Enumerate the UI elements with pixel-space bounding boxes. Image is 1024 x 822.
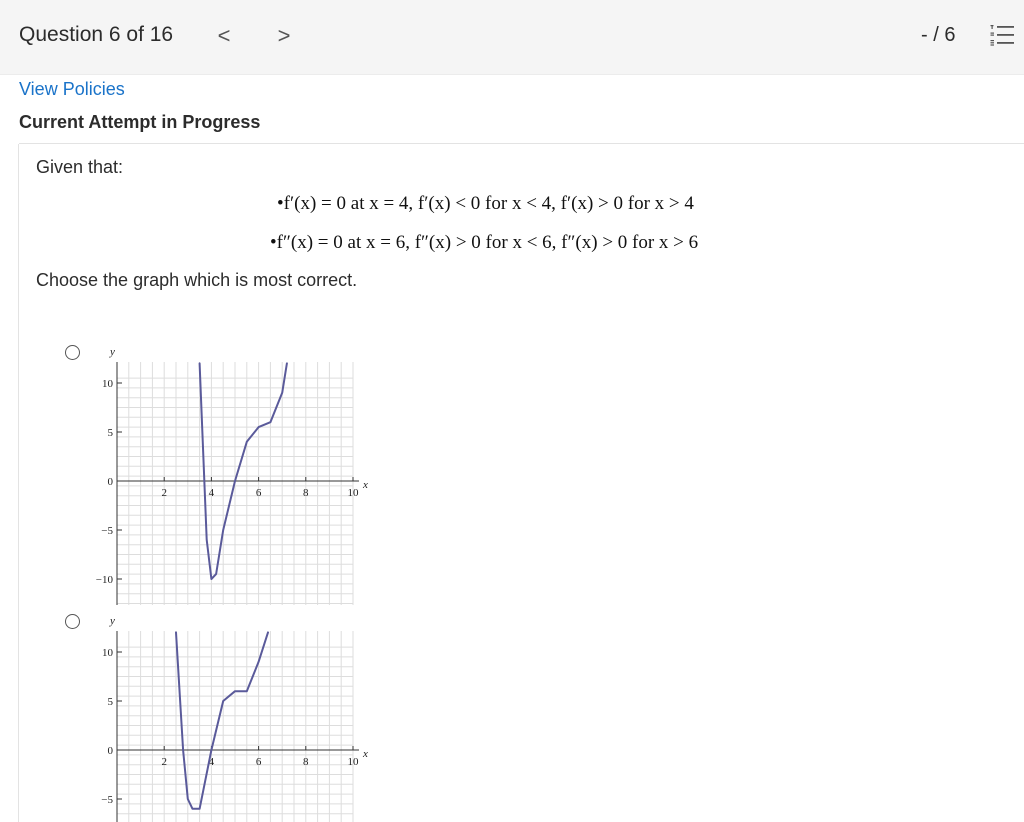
x-axis-label: x [362, 748, 368, 760]
condition-second-derivative: •f″(x) = 0 at x = 6, f″(x) > 0 for x < 6… [270, 232, 699, 253]
function-curve [198, 362, 288, 580]
chevron-left-icon: < [217, 23, 231, 48]
x-tick-label: 6 [256, 487, 262, 499]
previous-question-button[interactable]: < [212, 22, 236, 50]
answer-option-2-radio[interactable] [65, 614, 80, 629]
condition-first-derivative: •f′(x) = 0 at x = 4, f′(x) < 0 for x < 4… [277, 193, 694, 214]
x-tick-label: 10 [348, 487, 360, 499]
question-list-button[interactable] [990, 24, 1014, 46]
y-tick-label: −5 [101, 525, 113, 537]
x-tick-label: 2 [161, 487, 167, 499]
x-tick-label: 8 [303, 756, 309, 768]
y-tick-label: 0 [108, 745, 114, 757]
question-title: Question 6 of 16 [19, 23, 174, 46]
x-tick-label: 4 [209, 487, 215, 499]
y-axis-label: y [109, 615, 115, 627]
y-tick-label: −5 [101, 794, 113, 806]
y-tick-label: 5 [108, 696, 114, 708]
numbered-list-icon [990, 25, 1014, 46]
chevron-right-icon: > [277, 23, 291, 48]
next-question-button[interactable]: > [272, 22, 296, 50]
graph-grid [117, 631, 354, 822]
y-tick-label: 10 [102, 647, 114, 659]
x-tick-label: 2 [161, 756, 167, 768]
x-tick-label: 8 [303, 487, 309, 499]
x-axis-label: x [362, 479, 368, 491]
y-tick-label: 10 [102, 378, 114, 390]
y-tick-label: 5 [108, 427, 114, 439]
answer-option-1-graph: y x 10 5 0 −5 −10 2 4 6 8 10 [96, 346, 368, 605]
answer-option-2-graph: y x 10 5 0 −5 2 4 6 8 10 [101, 615, 368, 822]
y-tick-label: 0 [108, 476, 114, 488]
attempt-status: Current Attempt in Progress [19, 112, 261, 132]
score-display: - / 6 [921, 24, 956, 46]
y-axis-label: y [109, 346, 115, 358]
answer-option-1-radio[interactable] [65, 345, 80, 360]
x-tick-label: 10 [348, 756, 360, 768]
view-policies-link[interactable]: View Policies [19, 79, 125, 100]
y-tick-label: −10 [96, 574, 114, 586]
question-header: Question 6 of 16 < > - / 6 [0, 0, 1024, 75]
x-tick-label: 6 [256, 756, 262, 768]
question-intro: Given that: [36, 157, 124, 177]
function-curve [175, 631, 269, 810]
question-prompt: Choose the graph which is most correct. [36, 270, 358, 290]
